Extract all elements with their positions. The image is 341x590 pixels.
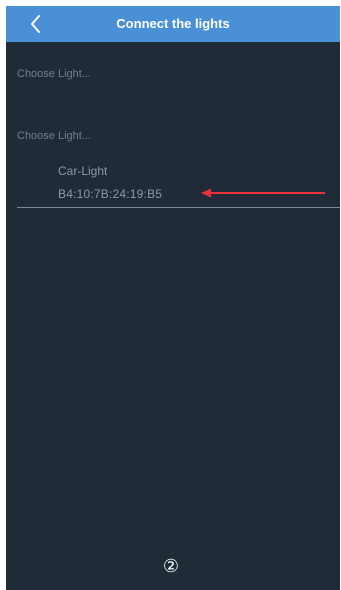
app-screen: Connect the lights Choose Light... Choos… [6,6,340,590]
page-title: Connect the lights [116,16,230,31]
device-mac-address: B4:10:7B:24:19:B5 [58,187,163,201]
divider [17,207,340,208]
step-number: ② [162,556,180,576]
red-arrow-annotation [201,188,325,198]
choose-light-label-2: Choose Light... [17,130,91,142]
back-button[interactable] [24,11,48,37]
choose-light-label: Choose Light... [17,68,91,80]
nav-bar: Connect the lights [6,6,340,42]
chevron-left-icon [31,15,40,33]
device-list-item[interactable]: Car-Light B4:10:7B:24:19:B5 [17,158,340,210]
device-name: Car-Light [58,164,108,178]
